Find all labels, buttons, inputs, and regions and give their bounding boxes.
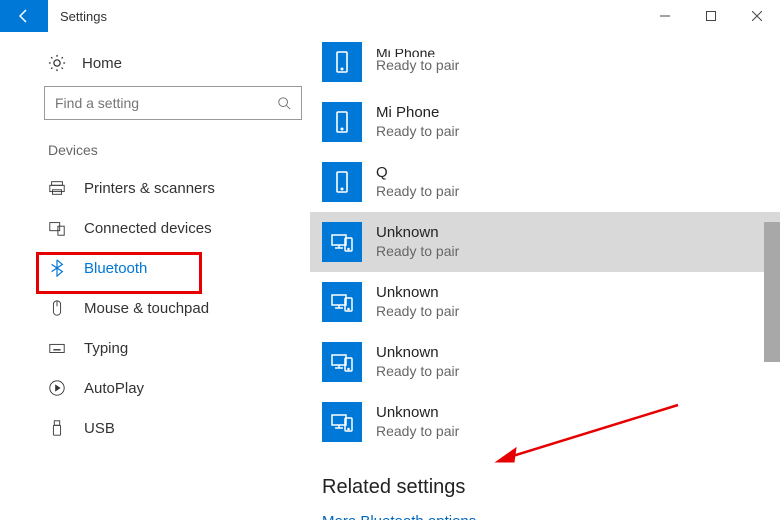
nav-label: USB — [84, 420, 115, 437]
home-label: Home — [82, 55, 122, 72]
gear-icon — [48, 54, 66, 72]
device-tile — [322, 222, 362, 262]
device-status: Ready to pair — [376, 57, 459, 75]
printer-icon — [48, 179, 66, 197]
sidebar-item-connected[interactable]: Connected devices — [44, 208, 310, 248]
device-text: UnknownReady to pair — [376, 404, 459, 440]
device-name: Mi Phone — [376, 49, 459, 57]
nav-list: Printers & scanners Connected devices Bl… — [44, 168, 310, 448]
nav-label: Connected devices — [84, 220, 212, 237]
device-tile — [322, 282, 362, 322]
search-icon — [277, 96, 291, 110]
sidebar-item-usb[interactable]: USB — [44, 408, 310, 448]
device-text: Mi PhoneReady to pair — [376, 49, 459, 75]
home-button[interactable]: Home — [44, 48, 310, 86]
nav-label: Printers & scanners — [84, 180, 215, 197]
device-status: Ready to pair — [376, 423, 459, 441]
sidebar-item-mouse[interactable]: Mouse & touchpad — [44, 288, 310, 328]
device-item[interactable]: UnknownReady to pair — [310, 212, 780, 272]
device-status: Ready to pair — [376, 183, 459, 201]
device-tile — [322, 102, 362, 142]
device-text: QReady to pair — [376, 164, 459, 200]
search-input[interactable] — [44, 86, 302, 120]
sidebar-item-printers[interactable]: Printers & scanners — [44, 168, 310, 208]
back-button[interactable] — [0, 0, 48, 32]
device-item[interactable]: UnknownReady to pair — [310, 272, 780, 332]
device-status: Ready to pair — [376, 243, 459, 261]
main-panel: Mi PhoneReady to pairMi PhoneReady to pa… — [310, 32, 780, 520]
minimize-icon — [660, 11, 670, 21]
device-item[interactable]: UnknownReady to pair — [310, 392, 780, 452]
autoplay-icon — [48, 379, 66, 397]
nav-label: Mouse & touchpad — [84, 300, 209, 317]
device-item[interactable]: Mi PhoneReady to pair — [310, 92, 780, 152]
device-item[interactable]: UnknownReady to pair — [310, 332, 780, 392]
related-settings: Related settings More Bluetooth options … — [310, 452, 780, 520]
sidebar-item-typing[interactable]: Typing — [44, 328, 310, 368]
window-title: Settings — [48, 0, 642, 32]
titlebar: Settings — [0, 0, 780, 32]
devices-icon — [48, 219, 66, 237]
device-name: Unknown — [376, 344, 459, 363]
device-status: Ready to pair — [376, 123, 459, 141]
device-name: Q — [376, 164, 459, 183]
device-item[interactable]: Mi PhoneReady to pair — [310, 32, 780, 92]
scrollbar-thumb[interactable] — [764, 222, 780, 362]
device-text: UnknownReady to pair — [376, 224, 459, 260]
device-list: Mi PhoneReady to pairMi PhoneReady to pa… — [310, 32, 780, 452]
related-heading: Related settings — [322, 476, 780, 499]
link-bluetooth-options[interactable]: More Bluetooth options — [322, 513, 780, 520]
device-name: Unknown — [376, 404, 459, 423]
nav-label: Typing — [84, 340, 128, 357]
device-tile — [322, 402, 362, 442]
device-item[interactable]: QReady to pair — [310, 152, 780, 212]
device-text: UnknownReady to pair — [376, 284, 459, 320]
device-status: Ready to pair — [376, 303, 459, 321]
close-icon — [752, 11, 762, 21]
device-text: Mi PhoneReady to pair — [376, 104, 459, 140]
maximize-icon — [706, 11, 716, 21]
search-field[interactable] — [55, 95, 277, 111]
device-name: Unknown — [376, 224, 459, 243]
minimize-button[interactable] — [642, 0, 688, 32]
device-name: Mi Phone — [376, 104, 459, 123]
annotation-highlight — [36, 252, 202, 294]
usb-icon — [48, 419, 66, 437]
device-text: UnknownReady to pair — [376, 344, 459, 380]
category-header: Devices — [44, 136, 310, 168]
scrollbar[interactable] — [764, 32, 780, 520]
device-tile — [322, 342, 362, 382]
maximize-button[interactable] — [688, 0, 734, 32]
keyboard-icon — [48, 339, 66, 357]
nav-label: AutoPlay — [84, 380, 144, 397]
sidebar-item-autoplay[interactable]: AutoPlay — [44, 368, 310, 408]
device-status: Ready to pair — [376, 363, 459, 381]
arrow-left-icon — [16, 8, 32, 24]
device-name: Unknown — [376, 284, 459, 303]
device-tile — [322, 162, 362, 202]
device-tile — [322, 42, 362, 82]
mouse-icon — [48, 299, 66, 317]
close-button[interactable] — [734, 0, 780, 32]
